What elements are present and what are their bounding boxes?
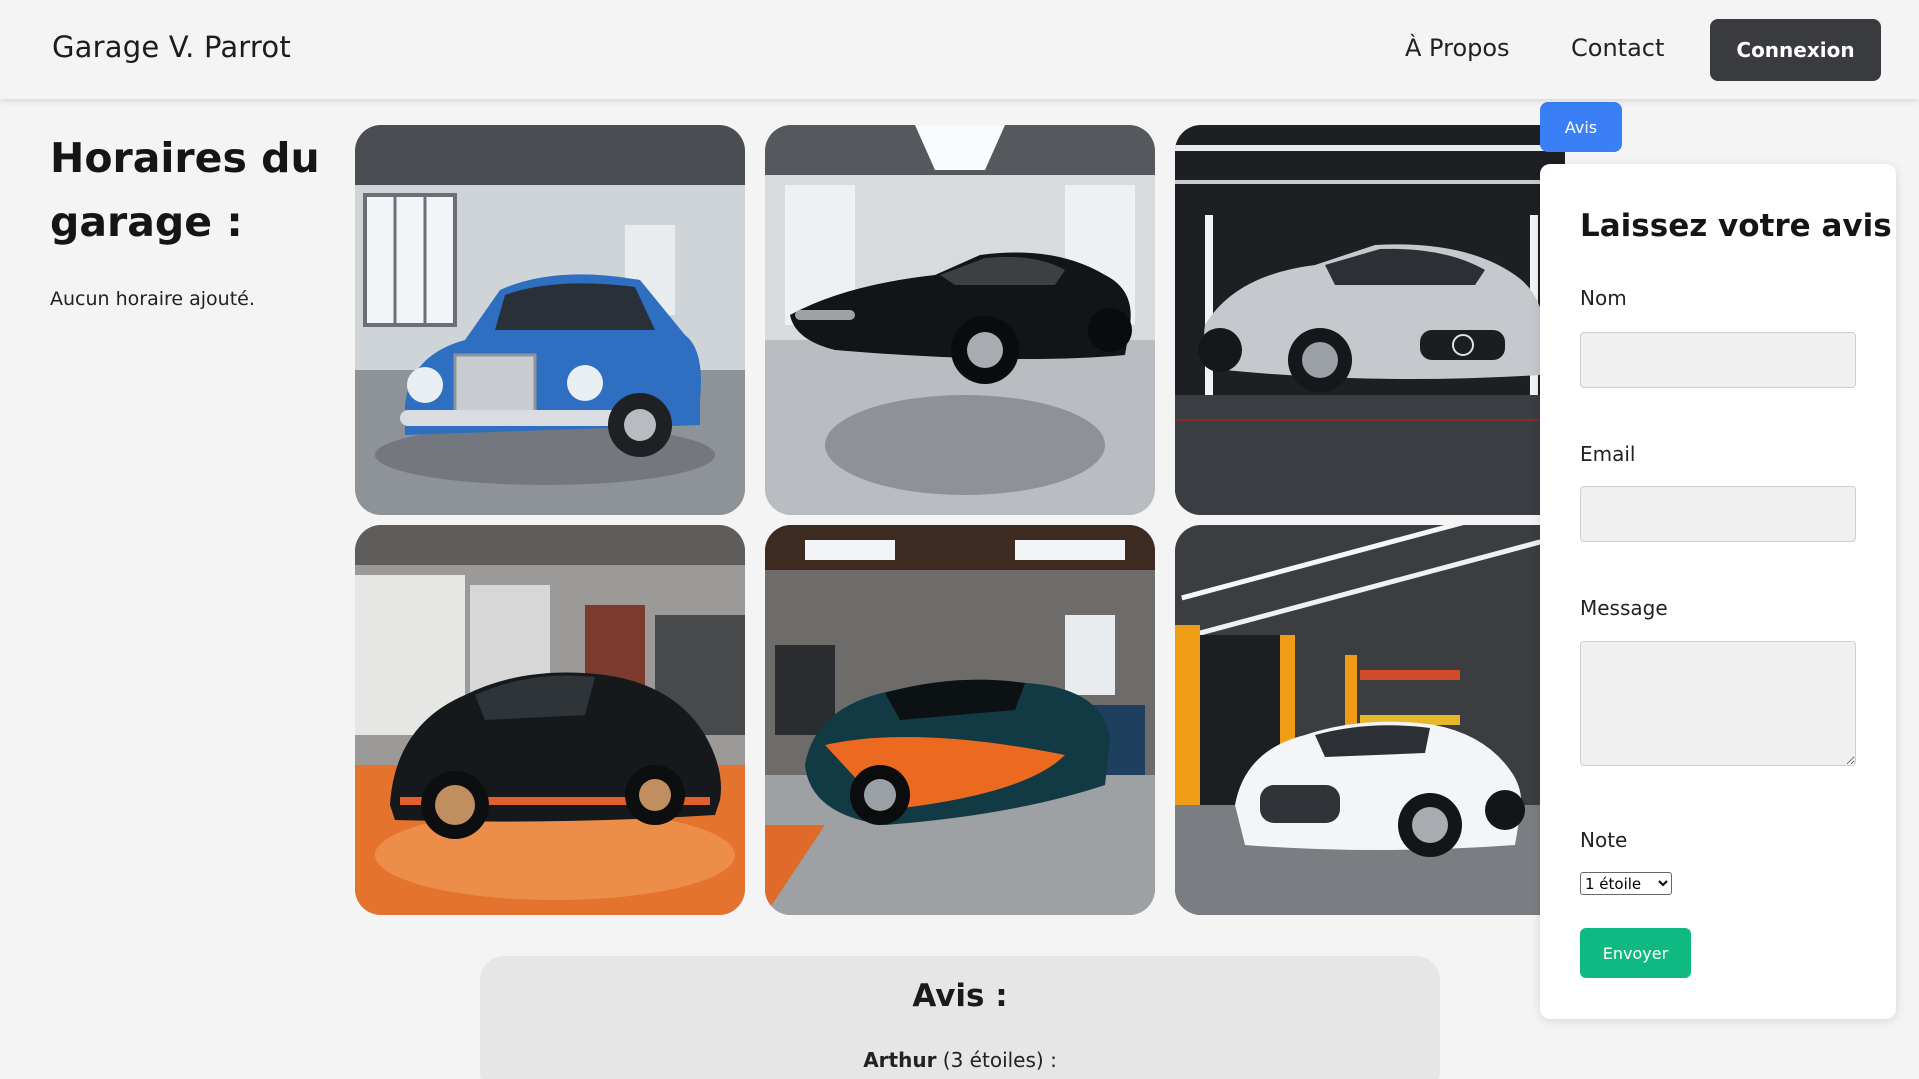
brand-title[interactable]: Garage V. Parrot xyxy=(52,30,291,64)
car-image-black-orange-coupe[interactable] xyxy=(355,525,745,915)
avis-tab-button[interactable]: Avis xyxy=(1540,102,1622,152)
nav-about-link[interactable]: À Propos xyxy=(1405,34,1510,62)
message-textarea[interactable] xyxy=(1580,641,1856,766)
reviews-section: Avis : Arthur (3 étoiles) : xyxy=(480,956,1440,1079)
nav-contact-link[interactable]: Contact xyxy=(1571,34,1664,62)
car-image-orange-teal-supercar[interactable] xyxy=(765,525,1155,915)
submit-button[interactable]: Envoyer xyxy=(1580,928,1691,978)
review-author: Arthur xyxy=(863,1048,937,1072)
name-label: Nom xyxy=(1580,286,1627,310)
review-form-panel: Laissez votre avis Nom Email Message Not… xyxy=(1540,164,1896,1019)
review-form-title: Laissez votre avis xyxy=(1580,208,1892,244)
message-label: Message xyxy=(1580,596,1668,620)
rating-label: Note xyxy=(1580,828,1628,852)
email-label: Email xyxy=(1580,442,1636,466)
top-navbar: Garage V. Parrot À Propos Contact Connex… xyxy=(0,0,1919,99)
hours-title: Horaires du garage : xyxy=(50,134,320,246)
car-image-blue-vintage[interactable] xyxy=(355,125,745,515)
car-image-black-classic[interactable] xyxy=(765,125,1155,515)
reviews-title: Avis : xyxy=(912,978,1008,1014)
login-button[interactable]: Connexion xyxy=(1710,19,1881,81)
review-item: Arthur (3 étoiles) : xyxy=(480,1048,1440,1072)
hours-empty-text: Aucun horaire ajouté. xyxy=(50,288,255,310)
rating-select[interactable]: 1 étoile xyxy=(1580,872,1672,895)
car-image-silver-sports[interactable] xyxy=(1175,125,1565,515)
review-rating: (3 étoiles) : xyxy=(942,1048,1057,1072)
email-input[interactable] xyxy=(1580,486,1856,542)
car-image-white-sedan[interactable] xyxy=(1175,525,1565,915)
name-input[interactable] xyxy=(1580,332,1856,388)
car-gallery xyxy=(355,125,1565,915)
